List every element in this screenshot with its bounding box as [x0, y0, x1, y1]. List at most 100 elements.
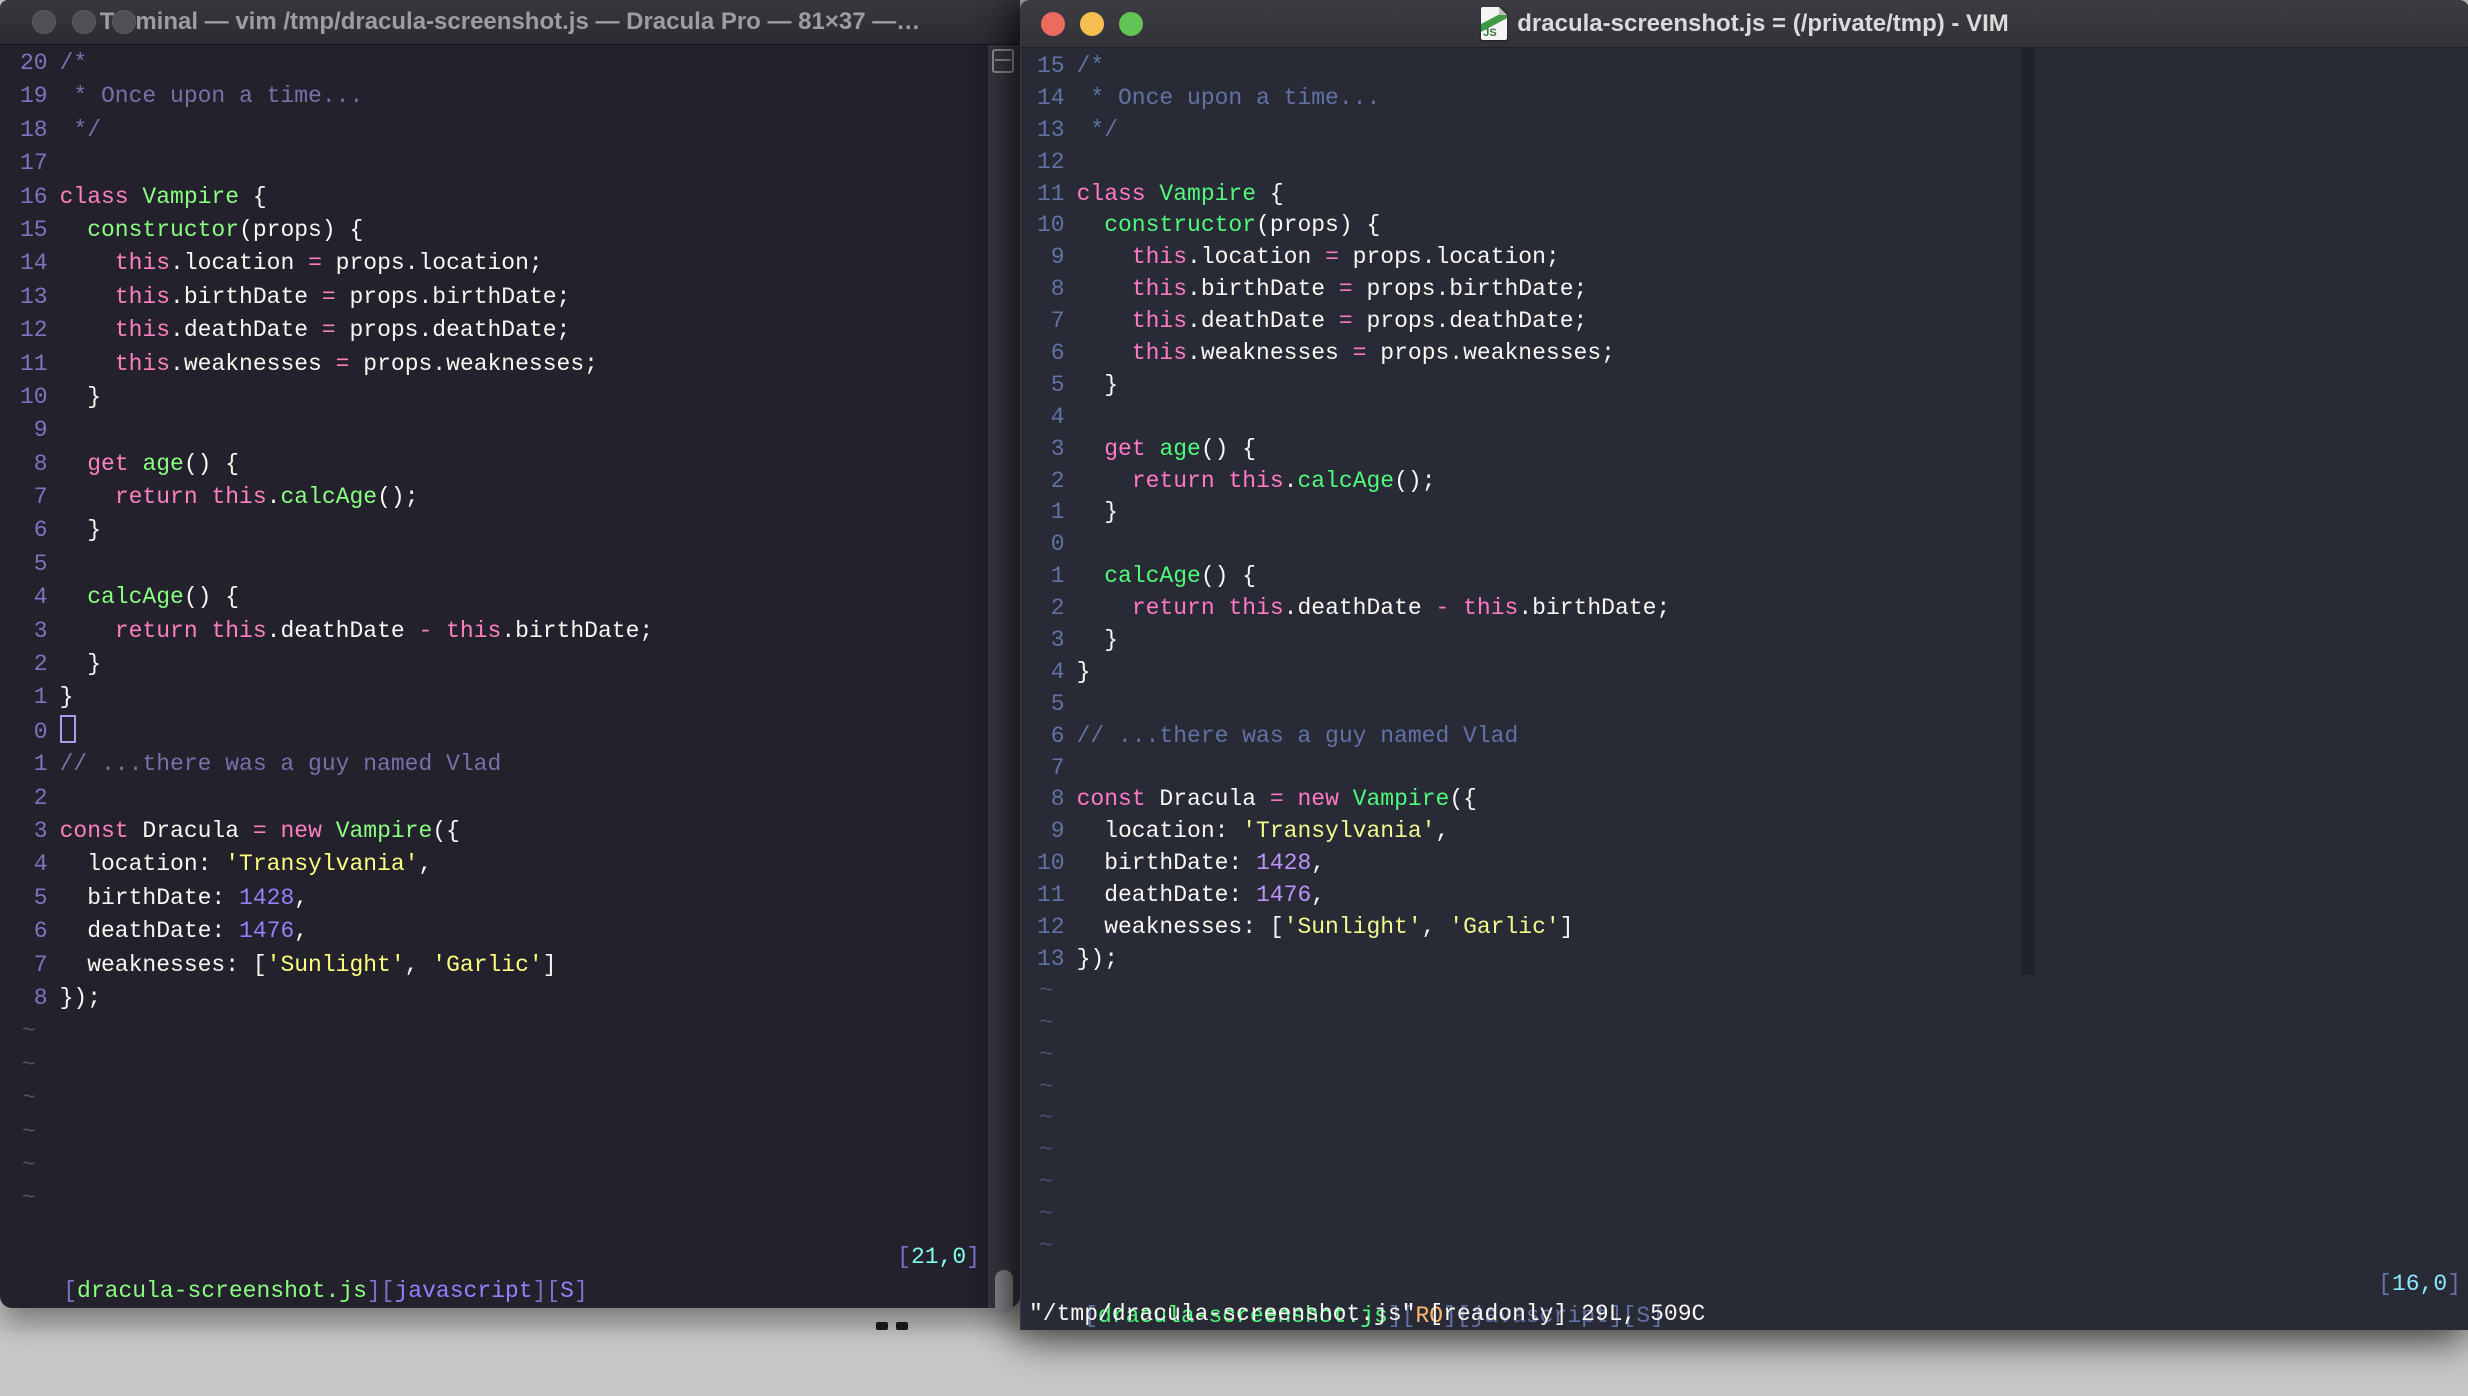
macvim-titlebar[interactable]: JS dracula-screenshot.js = (/private/tmp…: [1021, 0, 2468, 48]
tilde-line: ~: [22, 1018, 36, 1045]
js-document-icon[interactable]: JS: [1481, 7, 1508, 40]
line-number: 15: [20, 216, 48, 243]
line-number: 8: [1050, 276, 1065, 303]
code-line: 2 return this.calcAge();: [1037, 466, 2455, 498]
line-number: 6: [33, 918, 48, 945]
status-segment: ][: [532, 1278, 561, 1304]
code-segment: .weaknesses: [170, 350, 336, 377]
code-line: 11 this.weaknesses = props.weaknesses;: [20, 348, 988, 381]
line-number: 3: [1050, 627, 1065, 654]
code-segment: 1476: [239, 918, 295, 945]
background-window-fragment: [896, 1322, 908, 1330]
code-segment: 'Transylvania': [225, 851, 419, 878]
code-segment: }: [59, 684, 74, 711]
code-segment: });: [59, 984, 102, 1011]
code-segment: get: [87, 450, 129, 477]
code-segment: calcAge: [280, 484, 378, 511]
code-line: 10 constructor(props) {: [1037, 210, 2455, 242]
code-segment: * Once upon a time...: [59, 83, 364, 110]
code-segment: ,: [1311, 850, 1326, 877]
code-line: 14 * Once upon a time...: [1037, 83, 2455, 115]
line-number: 5: [1050, 690, 1065, 717]
code-segment: get: [1104, 435, 1146, 462]
code-line: 2 }: [20, 648, 988, 681]
scrollbar-thumb[interactable]: [995, 1270, 1013, 1314]
code-segment: age: [142, 450, 184, 477]
macvim-buffer[interactable]: 15/* 14 * Once upon a time... 13 */12 11 cla…: [1021, 47, 2455, 1270]
code-line: 1 }: [1037, 497, 2455, 529]
line-number: 6: [33, 517, 48, 544]
code-line: 1}: [20, 681, 988, 714]
code-segment: // ...there was a guy named Vlad: [59, 751, 502, 778]
code-segment: class: [59, 183, 129, 210]
code-segment: weaknesses: [: [59, 951, 267, 978]
code-segment: ,: [1421, 914, 1450, 941]
line-number: 9: [1050, 818, 1065, 845]
line-number: 7: [33, 951, 48, 978]
code-segment: -: [418, 617, 433, 644]
code-segment: }: [1076, 371, 1119, 398]
code-segment: props.location;: [1338, 244, 1560, 271]
code-segment: return: [114, 484, 198, 511]
code-line: 16 class Vampire {: [20, 181, 988, 214]
macvim-scrollbar[interactable]: [2021, 47, 2034, 975]
code-segment: * Once upon a time...: [1076, 84, 1381, 111]
code-segment: 'Sunlight': [266, 951, 405, 978]
status-segment: ]: [573, 1278, 588, 1304]
code-line: 18 */: [20, 114, 988, 147]
code-line: 4 calcAge() {: [20, 581, 988, 614]
code-line: 4 location: 'Transylvania',: [20, 848, 988, 881]
tilde-line: ~: [22, 1051, 36, 1078]
tilde-line: ~: [22, 1185, 36, 1212]
code-segment: props.deathDate;: [1352, 308, 1588, 335]
code-segment: const: [59, 817, 129, 844]
minimize-button[interactable]: [72, 10, 96, 34]
line-number: 10: [1037, 850, 1065, 877]
line-number: 12: [1037, 914, 1065, 941]
code-segment: weaknesses: [: [1076, 914, 1284, 941]
line-number: 19: [20, 83, 48, 110]
line-number: 15: [1037, 53, 1065, 79]
code-segment: return: [1131, 595, 1215, 622]
code-segment: 'Garlic': [432, 951, 543, 978]
code-segment: () {: [183, 450, 240, 477]
macvim-window-title: dracula-screenshot.js = (/private/tmp) -…: [1517, 9, 2009, 37]
minimize-button[interactable]: [1080, 11, 1104, 36]
code-segment: ,: [294, 918, 309, 945]
code-segment: return: [1131, 467, 1215, 494]
code-line: 12 this.deathDate = props.deathDate;: [20, 314, 988, 347]
code-segment: // ...there was a guy named Vlad: [1076, 722, 1519, 749]
code-segment: ]: [1559, 914, 1574, 941]
status-segment: 21,0: [910, 1244, 967, 1270]
macvim-statusline: [dracula-screenshot.js][RO][javascript][…: [1029, 1268, 2461, 1329]
code-line: 3 const Dracula = new Vampire({: [20, 815, 988, 848]
close-button[interactable]: [1041, 11, 1065, 36]
line-number: 1: [1050, 499, 1065, 526]
terminal-scrollbar[interactable]: [988, 45, 1020, 1314]
code-segment: this: [1131, 308, 1188, 335]
code-segment: this: [1131, 244, 1188, 271]
close-button[interactable]: [32, 10, 56, 34]
terminal-vim-buffer[interactable]: 20/* 19 * Once upon a time... 18 */17 16 cla…: [0, 45, 988, 1240]
code-line: 15 /*: [1037, 51, 2455, 83]
vim-cursor: [59, 714, 76, 743]
line-number: 14: [20, 250, 48, 277]
code-segment: props.weaknesses;: [349, 350, 598, 377]
tilde-line: ~: [1039, 1105, 1053, 1132]
zoom-button[interactable]: [112, 10, 136, 34]
code-line: 8});: [20, 982, 988, 1015]
line-number: 8: [33, 984, 48, 1011]
split-pane-button[interactable]: [992, 49, 1014, 73]
terminal-titlebar[interactable]: Terminal — vim /tmp/dracula-screenshot.j…: [0, 0, 1020, 45]
line-number: 1: [33, 684, 48, 711]
code-segment: .: [266, 484, 281, 511]
zoom-button[interactable]: [1119, 11, 1143, 36]
code-segment: 'Transylvania': [1242, 818, 1436, 845]
